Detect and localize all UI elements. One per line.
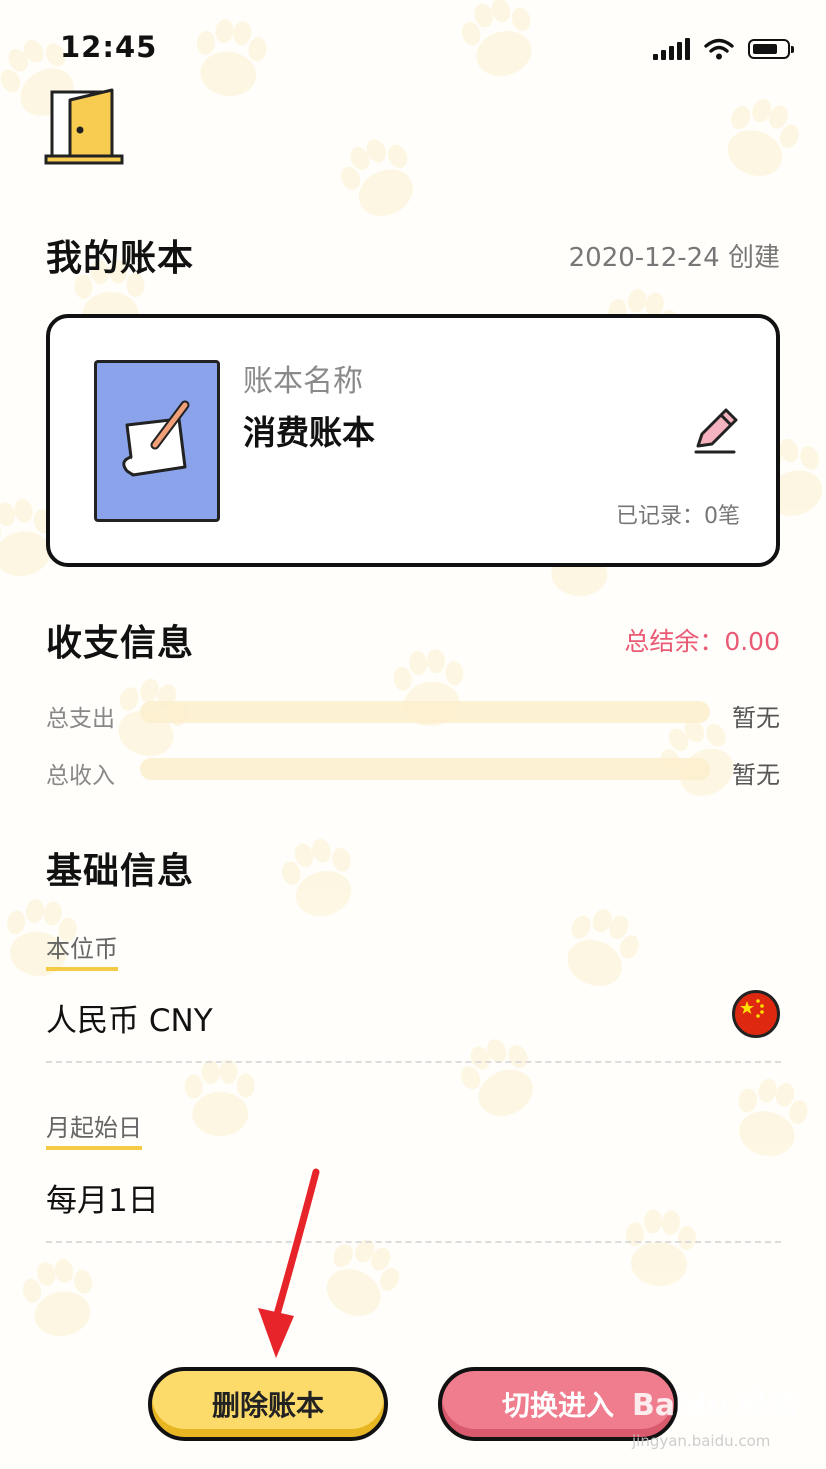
book-name-label: 账本名称	[243, 364, 363, 399]
book-section-title: 我的账本	[46, 238, 195, 279]
annotation-arrow	[258, 1168, 320, 1358]
income-bar	[140, 758, 710, 780]
paw-print-decoration	[340, 139, 413, 216]
watermark-logo: Baidu 经验	[632, 1388, 799, 1423]
paw-print-decoration	[727, 98, 799, 176]
paw-print-decoration	[22, 1258, 93, 1336]
expense-bar	[140, 701, 710, 723]
door-icon[interactable]	[44, 86, 126, 168]
income-label: 总收入	[46, 763, 115, 789]
status-icons	[653, 38, 794, 60]
book-cover	[94, 360, 220, 522]
china-flag-icon	[732, 990, 780, 1038]
month-start-label: 月起始日	[46, 1108, 142, 1150]
paw-print-decoration	[567, 909, 639, 986]
paw-print-decoration	[460, 1039, 533, 1116]
paw-print-decoration	[282, 838, 352, 916]
watermark-url: jingyan.baidu.com	[632, 1432, 771, 1450]
paw-print-decoration	[461, 0, 532, 76]
paw-print-decoration	[738, 1078, 808, 1156]
balance-total: 总结余：0.00	[624, 627, 780, 656]
month-start-value[interactable]: 每月1日	[46, 1175, 159, 1220]
finance-section-title: 收支信息	[46, 623, 195, 664]
battery-icon	[748, 39, 794, 59]
delete-book-button[interactable]: 删除账本	[148, 1367, 388, 1441]
paw-print-decoration	[196, 19, 267, 96]
expense-label: 总支出	[46, 706, 115, 732]
currency-value[interactable]: 人民币 CNY	[46, 995, 213, 1040]
paw-print-decoration	[626, 1209, 696, 1286]
currency-divider	[46, 1061, 781, 1063]
basic-section-title: 基础信息	[46, 851, 195, 892]
paw-pattern-background	[0, 0, 823, 1336]
currency-label: 本位币	[46, 929, 118, 971]
signal-icon	[653, 38, 690, 60]
wifi-icon	[704, 38, 734, 60]
created-date: 2020-12-24 创建	[568, 243, 780, 273]
record-count: 已记录：0笔	[616, 504, 740, 529]
book-card[interactable]: 账本名称 消费账本 已记录：0笔	[46, 314, 780, 567]
pencil-icon[interactable]	[688, 402, 744, 458]
paw-print-decoration	[184, 1059, 255, 1136]
income-value: 暂无	[732, 761, 780, 789]
book-name: 消费账本	[243, 413, 375, 452]
notepad-icon	[122, 400, 190, 477]
expense-value: 暂无	[732, 704, 780, 732]
status-time: 12:45	[60, 30, 158, 64]
month-start-divider	[46, 1241, 781, 1243]
